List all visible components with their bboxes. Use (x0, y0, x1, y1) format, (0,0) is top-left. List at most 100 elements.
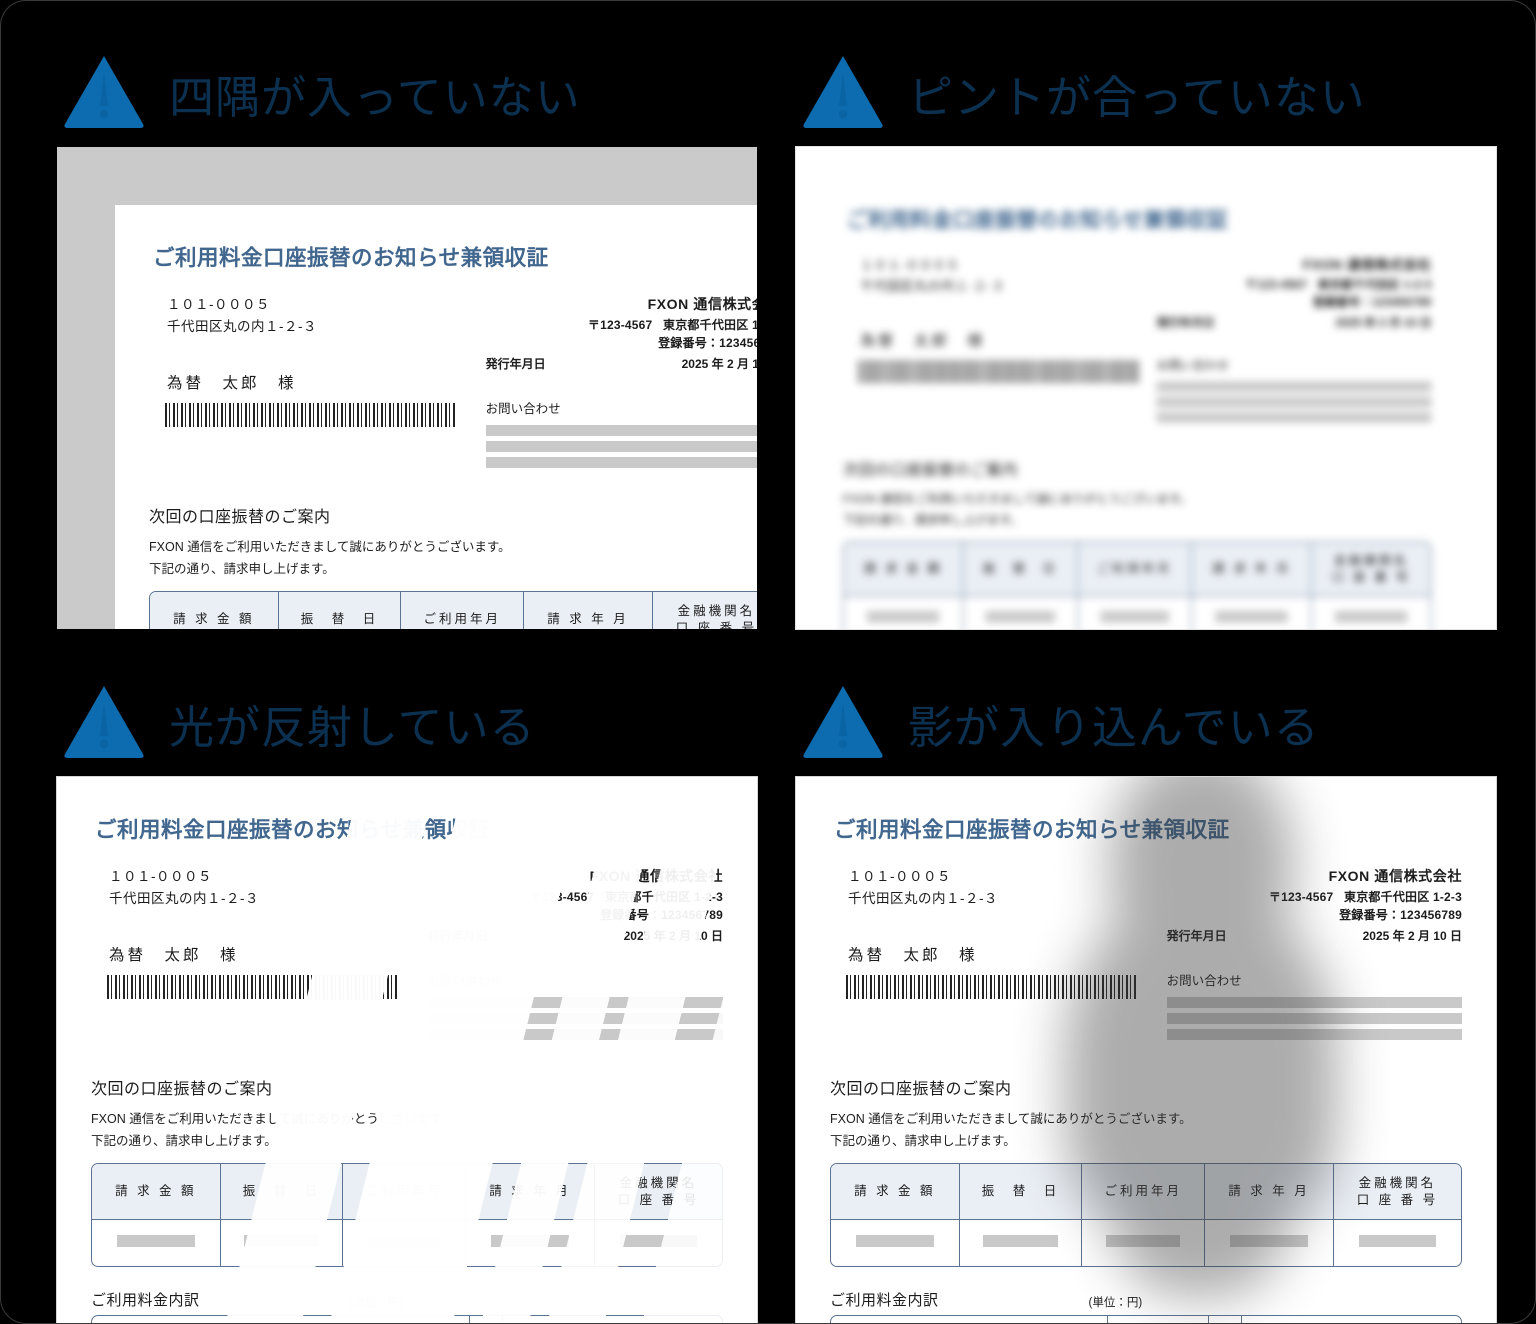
breakdown-title: ご利用料金内訳 (830, 1292, 939, 1310)
issuer-postal: 〒123-4567 (529, 889, 595, 904)
billing-table: 請 求 金 額 振 替 日 ご利用年月 請 求 年 月 金融機関名 口 座 番 … (842, 541, 1432, 629)
th-bank-account: 金融機関名 口 座 番 号 (1333, 1163, 1461, 1221)
redaction-bar (1166, 1028, 1462, 1040)
issuer-address: 東京都千代田区 1-2-3 (1344, 889, 1462, 904)
th-transfer-date: 振 替 日 (220, 1163, 344, 1221)
sample-photo-blurry: ご利用料金口座振替のお知らせ兼領収証 １０１-０００５ 千代田区丸の内１-２-３… (796, 147, 1496, 629)
billing-table: 請 求 金 額 振 替 日 ご利用年月 請 求 年 月 金融機関名 口 座 番 … (91, 1162, 723, 1268)
td-billing-month (466, 1220, 595, 1267)
td-billing-month (1205, 1220, 1334, 1267)
section-title: 次回の口座振替のご案内 (149, 508, 331, 526)
redaction-bar (1156, 381, 1432, 392)
th-amount: 請 求 金 額 (843, 542, 964, 597)
customer-name: 為替 太郎 様 (109, 947, 239, 965)
issue-date-value: 2025 年 2 月 10 日 (1335, 315, 1432, 330)
customer-postal: １０１-０００５ (167, 297, 270, 312)
breakdown-unit: (単位：円) (349, 1297, 404, 1310)
breakdown-table: 請 求 内 訳 金 額 お 知 ら せ 円 (830, 1315, 1462, 1323)
document-title: ご利用料金口座振替のお知らせ兼領収証 (846, 208, 1229, 232)
issuer-block: FXON 通信株式会社 〒123-4567 東京都千代田区 1-2-3 登録番号… (486, 294, 757, 353)
tip-card-blurry: ピントが合っていない ご利用料金口座振替のお知らせ兼領収証 １０１-０００５ 千… (796, 39, 1496, 629)
tip-label: ピントが合っていない (908, 72, 1366, 123)
th-breakdown-amount: 金 額 (369, 1316, 470, 1323)
issue-date-value: 2025 年 2 月 10 日 (623, 928, 723, 943)
issuer-address: 東京都千代田区 1-2-3 (663, 317, 757, 332)
th-breakdown-amount: 金 額 (1108, 1316, 1209, 1323)
redaction-bar (427, 996, 723, 1008)
breakdown-unit: (単位：円) (1088, 1297, 1143, 1310)
th-billing-month: 請 求 年 月 (466, 1163, 595, 1221)
th-amount: 請 求 金 額 (92, 1163, 221, 1221)
section-line2: 下記の通り、請求申し上げます。 (830, 1133, 1016, 1148)
table-header-row: 請 求 金 額 振 替 日 ご利用年月 請 求 年 月 金融機関名 口 座 番 … (92, 1163, 722, 1221)
tip-card-corners: 四隅が入っていない ご利用料金口座振替のお知らせ兼領収証 １０１-０００５ 千代… (57, 39, 757, 629)
issue-date-label: 発行年月日 (1166, 928, 1227, 943)
issue-date-row: 発行年月日 2025 年 2 月 10 日 (1157, 314, 1432, 330)
redaction-bar (1156, 412, 1432, 423)
td-transfer-date (964, 596, 1078, 629)
redaction-bar (427, 1012, 723, 1024)
customer-name: 為替 太郎 様 (860, 333, 986, 350)
tip-label: 影が入り込んでいる (908, 702, 1320, 753)
issuer-company: FXON 通信株式会社 (647, 296, 757, 312)
issue-date-row: 発行年月日 2025 年 2 月 10 日 (428, 927, 723, 944)
th-breakdown-detail: 請 求 内 訳 (92, 1316, 370, 1323)
sample-photo-glare: ご利用料金口座振替のお知らせ兼領収証 １０１-０００５ 千代田区丸の内１-２-３… (57, 777, 757, 1323)
table-header-row: 請 求 金 額 振 替 日 ご利用年月 請 求 年 月 金融機関名 口 座 番 … (150, 591, 757, 629)
issue-date-label: 発行年月日 (485, 356, 546, 371)
th-transfer-date: 振 替 日 (959, 1163, 1083, 1221)
billing-table: 請 求 金 額 振 替 日 ご利用年月 請 求 年 月 金融機関名 口 座 番 … (149, 590, 757, 629)
breakdown-head: ご利用料金内訳 (単位：円) (830, 1289, 1462, 1310)
redaction-bar (427, 1028, 723, 1040)
customer-postal: １０１-０００５ (860, 257, 960, 273)
issuer-registration: 登録番号：123456789 (1312, 295, 1432, 310)
redaction-bar (485, 424, 757, 436)
section-title: 次回の口座振替のご案内 (842, 462, 1018, 479)
inquiry-label: お問い合わせ (1156, 358, 1230, 373)
th-breakdown-yen (1209, 1316, 1242, 1323)
table-header-row: 請 求 内 訳 金 額 お 知 ら せ (92, 1316, 722, 1323)
redaction-bar (485, 440, 757, 452)
issuer-postal: 〒123-4567 (1268, 889, 1334, 904)
section-line1: FXON 通信をご利用いただきまして誠にありがとうございます。 (91, 1111, 453, 1126)
customer-address: 千代田区丸の内１-２-３ (109, 890, 259, 906)
issue-date-row: 発行年月日 2025 年 2 月 10 日 (1167, 927, 1462, 944)
document-title: ご利用料金口座振替のお知らせ兼領収証 (153, 246, 549, 270)
warning-triangle-icon (61, 50, 147, 136)
td-transfer-date (960, 1220, 1083, 1267)
customer-name: 為替 太郎 様 (848, 947, 978, 965)
issuer-postal: 〒123-4567 (1245, 277, 1308, 292)
issuer-company: FXON 通信株式会社 (1328, 868, 1462, 884)
breakdown-head: ご利用料金内訳 (単位：円) (91, 1289, 723, 1310)
th-usage-month: ご利用年月 (1082, 1163, 1206, 1221)
issuer-address: 東京都千代田区 1-2-3 (605, 889, 723, 904)
td-amount (844, 596, 964, 629)
barcode (165, 403, 455, 428)
td-usage-month (1082, 1220, 1206, 1267)
table-row (92, 1220, 722, 1267)
issue-date-row: 発行年月日 2025 年 2 月 10 日 (486, 355, 757, 372)
td-amount (831, 1220, 960, 1267)
issuer-postal: 〒123-4567 (587, 317, 653, 332)
barcode (107, 975, 397, 1000)
table-header-row: 請 求 内 訳 金 額 お 知 ら せ (831, 1316, 1461, 1323)
tip-card-glare: 光が反射している ご利用料金口座振替のお知らせ兼領収証 １０１-０００５ 千代田… (57, 669, 757, 1323)
redaction-bar (1166, 996, 1462, 1008)
warning-triangle-icon (800, 680, 886, 766)
tip-heading-blurry: ピントが合っていない (796, 39, 1496, 147)
td-usage-month (1078, 596, 1193, 629)
th-usage-month: ご利用年月 (1077, 542, 1193, 597)
issuer-company: FXON 通信株式会社 (589, 868, 723, 884)
tips-grid: 四隅が入っていない ご利用料金口座振替のお知らせ兼領収証 １０１-０００５ 千代… (1, 1, 1535, 1323)
td-bank-account (595, 1220, 722, 1266)
th-billing-month: 請 求 年 月 (524, 591, 653, 629)
issue-date-label: 発行年月日 (427, 928, 488, 943)
section-line2: 下記の通り、請求申し上げます。 (842, 513, 1023, 527)
receipt-document: ご利用料金口座振替のお知らせ兼領収証 １０１-０００５ 千代田区丸の内１-２-３… (115, 205, 757, 629)
issuer-block: FXON 通信株式会社 〒123-4567 東京都千代田区 1-2-3 登録番号… (428, 866, 723, 925)
tip-heading-corners: 四隅が入っていない (57, 39, 757, 147)
th-bank-account: 金融機関名 口 座 番 号 (652, 591, 757, 629)
document-title: ご利用料金口座振替のお知らせ兼領収証 (834, 818, 1230, 842)
issuer-address: 東京都千代田区 1-2-3 (1317, 277, 1432, 292)
inquiry-label: お問い合わせ (427, 973, 503, 988)
